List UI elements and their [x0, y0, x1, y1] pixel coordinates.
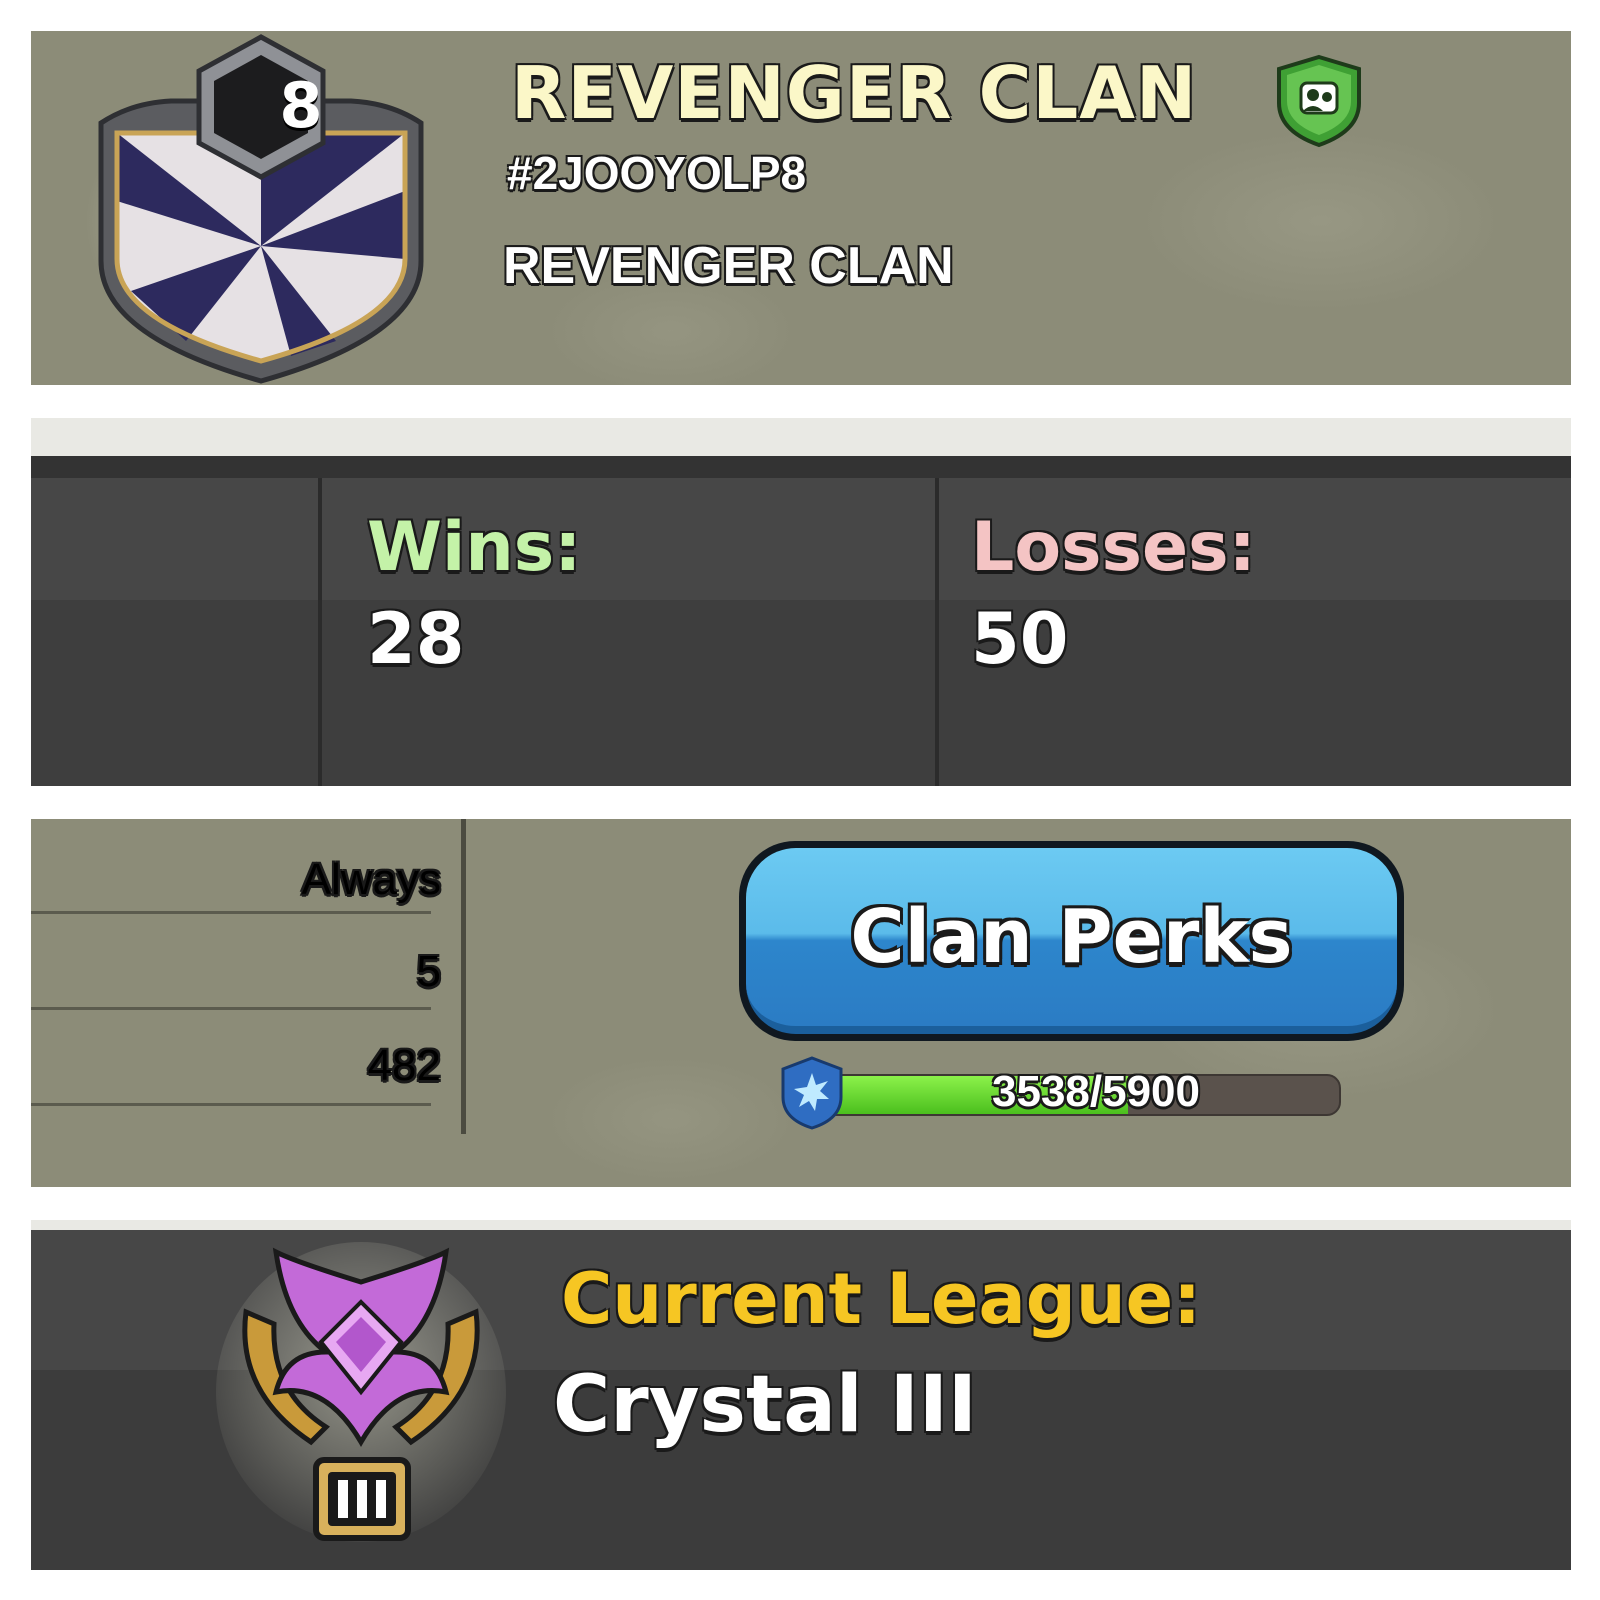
clan-xp-text: 3538/5900 [992, 1067, 1200, 1116]
wins-value: 28 [367, 598, 465, 680]
league-panel: Current League: Crystal III [31, 1220, 1571, 1570]
clan-perks-button-label: Clan Perks [850, 894, 1293, 980]
losses-value: 50 [971, 598, 1069, 680]
clan-tag: #2JOOYOLP8 [507, 147, 807, 199]
verified-clan-shield-icon [1277, 54, 1361, 148]
clan-perks-panel: Always 5 482 Clan Perks 3538/5900 [31, 819, 1571, 1187]
info-row-value: Always [301, 855, 441, 904]
current-league-value: Crystal III [553, 1360, 977, 1450]
clan-level: 8 [279, 69, 323, 142]
info-row-value: 5 [416, 947, 441, 996]
info-row-value: 482 [367, 1041, 441, 1090]
war-stats-panel: Wins: 28 Losses: 50 [31, 418, 1571, 786]
clan-header-panel: 8 REVENGER CLAN #2JOOYOLP8 REVENGER CLAN [31, 31, 1571, 385]
column-divider [935, 478, 939, 786]
info-divider [461, 819, 466, 1134]
current-league-label: Current League: [561, 1258, 1202, 1340]
losses-label: Losses: [971, 508, 1256, 587]
wins-label: Wins: [367, 508, 582, 587]
clan-perks-button[interactable]: Clan Perks [739, 841, 1404, 1041]
clan-description: REVENGER CLAN [503, 237, 954, 295]
clan-name: REVENGER CLAN [511, 51, 1198, 135]
crystal-league-icon [216, 1242, 506, 1542]
panel-top-strip [31, 418, 1571, 456]
column-divider [318, 478, 322, 786]
